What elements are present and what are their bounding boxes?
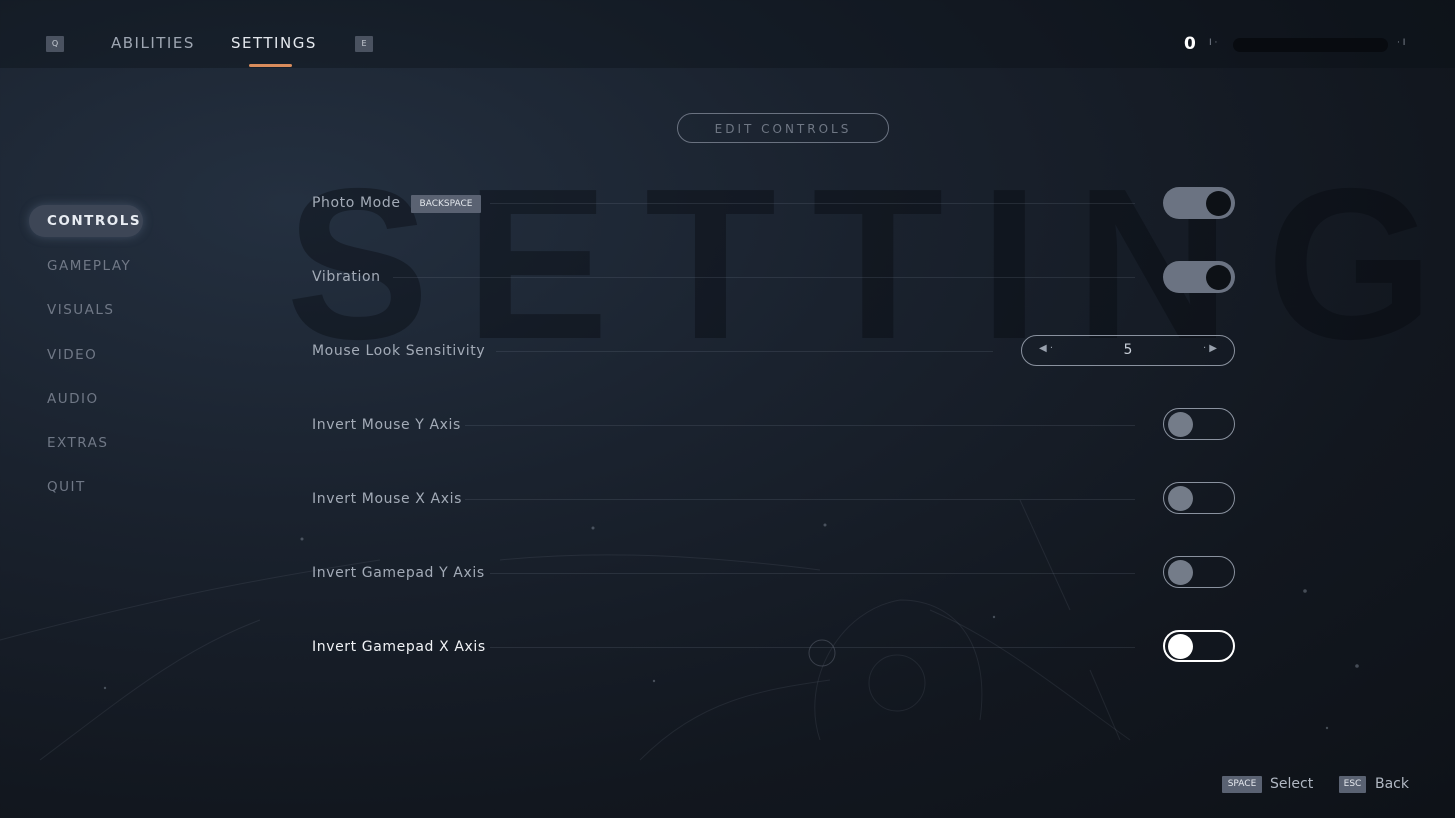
setting-label-invert-gamepad-x: Invert Gamepad X Axis: [312, 639, 486, 655]
tab-settings[interactable]: SETTINGS: [231, 34, 317, 52]
back-key-hint: ESC: [1339, 776, 1366, 793]
photo-mode-toggle[interactable]: [1163, 187, 1235, 219]
sidebar-item-quit[interactable]: QUIT: [47, 479, 86, 495]
toggle-knob: [1206, 264, 1231, 290]
row-divider: [490, 573, 1135, 574]
invert-mouse-x-toggle[interactable]: [1163, 482, 1235, 514]
toggle-knob: [1168, 559, 1193, 585]
photo-mode-key-hint: BACKSPACE: [411, 195, 481, 213]
setting-label-vibration: Vibration: [312, 269, 381, 285]
xp-progress-bar: [1233, 38, 1388, 52]
sidebar-item-video[interactable]: VIDEO: [47, 347, 97, 363]
toggle-knob: [1206, 190, 1231, 216]
sidebar-item-visuals[interactable]: VISUALS: [47, 302, 115, 318]
invert-gamepad-x-toggle[interactable]: [1163, 630, 1235, 662]
tab-abilities[interactable]: ABILITIES: [111, 34, 195, 52]
next-tab-key-hint[interactable]: E: [355, 36, 373, 52]
toggle-knob: [1168, 485, 1193, 511]
sidebar-item-gameplay[interactable]: GAMEPLAY: [47, 258, 131, 274]
row-divider: [465, 499, 1135, 500]
edit-controls-button[interactable]: EDIT CONTROLS: [677, 113, 889, 143]
select-action[interactable]: Select: [1270, 776, 1313, 792]
row-divider: [496, 351, 993, 352]
invert-gamepad-y-toggle[interactable]: [1163, 556, 1235, 588]
mouse-sensitivity-stepper[interactable]: ◀ · 5 · ▶: [1021, 335, 1235, 366]
back-action[interactable]: Back: [1375, 776, 1409, 792]
row-divider: [490, 647, 1135, 648]
active-tab-indicator: [249, 64, 292, 67]
setting-label-invert-mouse-y: Invert Mouse Y Axis: [312, 417, 461, 433]
setting-label-mouse-look-sensitivity: Mouse Look Sensitivity: [312, 343, 486, 359]
setting-label-invert-gamepad-y: Invert Gamepad Y Axis: [312, 565, 485, 581]
xp-bar-left-tick-icon: I ·: [1209, 38, 1218, 48]
toggle-knob: [1168, 411, 1193, 437]
toggle-knob: [1168, 634, 1193, 659]
sidebar-item-audio[interactable]: AUDIO: [47, 391, 99, 407]
skill-points-count: 0: [1184, 34, 1196, 54]
row-divider: [465, 425, 1135, 426]
top-bar: [0, 0, 1455, 68]
sidebar-item-extras[interactable]: EXTRAS: [47, 435, 108, 451]
setting-label-invert-mouse-x: Invert Mouse X Axis: [312, 491, 462, 507]
increase-arrow-icon[interactable]: · ▶: [1203, 343, 1217, 354]
select-key-hint: SPACE: [1222, 776, 1262, 793]
vibration-toggle[interactable]: [1163, 261, 1235, 293]
sidebar-item-controls[interactable]: CONTROLS: [47, 213, 141, 229]
invert-mouse-y-toggle[interactable]: [1163, 408, 1235, 440]
prev-tab-key-hint[interactable]: Q: [46, 36, 64, 52]
setting-label-photo-mode: Photo Mode: [312, 195, 401, 211]
xp-bar-right-tick-icon: · I: [1397, 38, 1406, 48]
row-divider: [490, 203, 1135, 204]
row-divider: [393, 277, 1135, 278]
